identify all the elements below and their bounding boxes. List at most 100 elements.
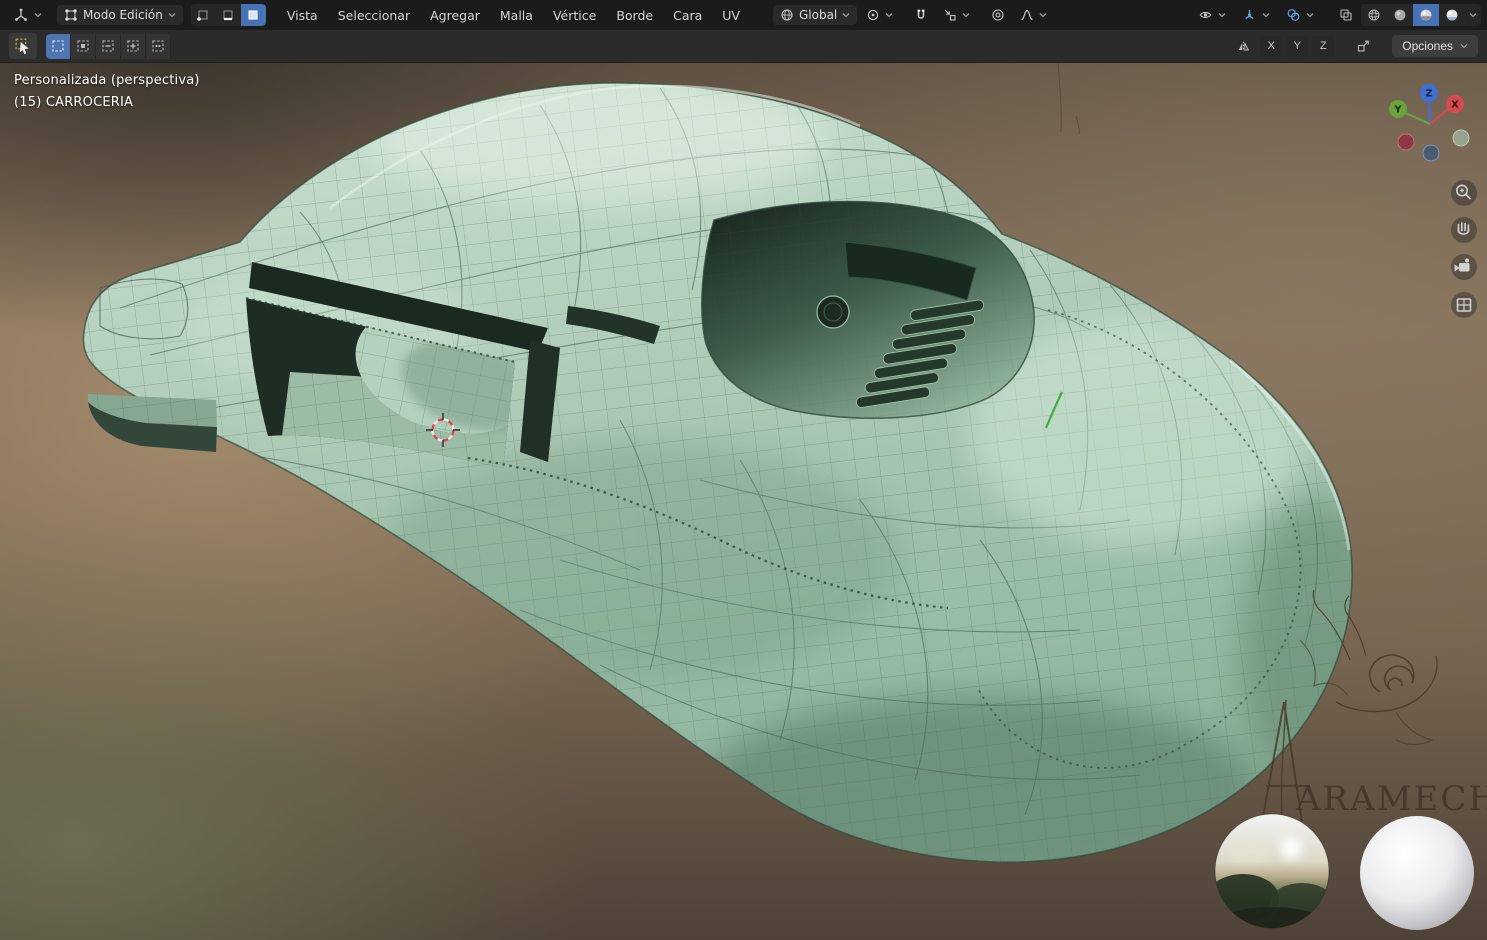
gizmos-icon <box>1245 10 1254 20</box>
menu-agregar[interactable]: Agregar <box>421 4 489 27</box>
shading-rendered-button[interactable] <box>1439 4 1465 26</box>
material-shading-icon <box>1420 9 1432 21</box>
watermark-text: ARAMECHA <box>1295 779 1487 819</box>
chevron-down-icon <box>1469 13 1477 18</box>
mirror-z-button[interactable]: Z <box>1312 35 1335 57</box>
grid-view-button[interactable] <box>1451 292 1477 318</box>
select-box-subtract-icon <box>102 40 114 52</box>
menubar: Vista Seleccionar Agregar Malla Vértice … <box>278 4 749 27</box>
shading-wireframe-button[interactable] <box>1361 4 1387 26</box>
wireframe-shading-icon <box>1368 9 1380 21</box>
mode-dropdown[interactable]: Modo Edición <box>57 5 183 25</box>
xray-toggle-icon <box>1340 9 1352 21</box>
chevron-down-icon <box>34 13 42 18</box>
select-box-icon <box>52 40 64 52</box>
proportional-editing-button[interactable] <box>985 4 1011 26</box>
pan-hand-button[interactable] <box>1451 217 1477 243</box>
menu-uv[interactable]: UV <box>713 4 749 27</box>
menu-malla[interactable]: Malla <box>491 4 542 27</box>
shading-material-button[interactable] <box>1413 4 1439 26</box>
gizmo-neg-x-ball[interactable] <box>1397 133 1415 151</box>
snap-magnet-icon <box>917 9 925 19</box>
edit-mode-icon <box>65 9 77 21</box>
overlays-icon <box>1287 9 1300 21</box>
mirror-label-icon <box>1230 35 1256 57</box>
mirror-y-button[interactable]: Y <box>1286 35 1309 57</box>
camera-view-button[interactable] <box>1451 254 1477 280</box>
vertex-select-button[interactable] <box>190 4 216 26</box>
matcap-sphere <box>1360 816 1474 930</box>
chevron-down-icon <box>885 13 893 18</box>
solid-shading-icon <box>1394 9 1406 21</box>
editor-type-icon <box>15 8 27 21</box>
chevron-down-icon <box>962 13 970 18</box>
edge-select-button[interactable] <box>215 4 241 26</box>
select-mode-subtract-button[interactable] <box>96 33 121 59</box>
global-orientation-icon <box>781 9 793 21</box>
falloff-dropdown[interactable] <box>1013 5 1054 25</box>
proportional-editing-icon <box>992 9 1004 21</box>
orientation-label: Global <box>798 8 838 22</box>
menu-seleccionar[interactable]: Seleccionar <box>329 4 419 27</box>
face-select-button[interactable] <box>240 4 266 26</box>
viewport-3d[interactable]: Z Y X ARAMECH <box>0 0 1487 940</box>
edge-select-icon <box>223 10 233 21</box>
menu-borde[interactable]: Borde <box>607 4 662 27</box>
select-mode-new-button[interactable] <box>46 33 71 59</box>
rendered-shading-icon <box>1446 9 1458 21</box>
transform-snap-button[interactable] <box>1350 35 1376 57</box>
shading-solid-button[interactable] <box>1387 4 1413 26</box>
mode-label: Modo Edición <box>83 8 163 22</box>
menu-vista[interactable]: Vista <box>278 4 327 27</box>
viewport-header: Modo Edición Vista Seleccionar Agregar M… <box>0 0 1487 30</box>
options-dropdown[interactable]: Opciones <box>1392 35 1478 57</box>
select-box-invert-icon <box>127 40 139 52</box>
snap-toggle-button[interactable] <box>908 4 934 26</box>
tweak-tool-icon <box>15 38 29 54</box>
falloff-curve-icon <box>1021 9 1033 21</box>
active-object-label: (15) CARROCERIA <box>14 95 134 110</box>
menu-vertice[interactable]: Vértice <box>544 4 605 27</box>
xray-toggle-button[interactable] <box>1333 4 1359 26</box>
chevron-down-icon <box>842 13 850 18</box>
shading-options-dropdown[interactable] <box>1465 4 1481 26</box>
gizmos-dropdown[interactable] <box>1235 5 1277 25</box>
visibility-eye-icon <box>1199 12 1212 18</box>
select-mode-group <box>190 4 266 26</box>
gizmo-y-label: Y <box>1393 105 1402 116</box>
transform-snap-icon <box>1357 40 1369 52</box>
blender-window: Z Y X ARAMECH Modo Edición Vista Selecci… <box>0 0 1487 940</box>
select-mode-extend-button[interactable] <box>71 33 96 59</box>
zoom-button[interactable] <box>1451 180 1477 206</box>
chevron-down-icon <box>1460 44 1468 49</box>
pivot-dropdown[interactable] <box>859 5 900 25</box>
pivot-point-icon <box>868 9 879 21</box>
chevron-down-icon <box>1262 13 1270 18</box>
mirror-icon <box>1238 41 1249 51</box>
gizmo-neg-y-ball[interactable] <box>1452 129 1470 147</box>
chevron-down-icon <box>168 13 176 18</box>
chevron-down-icon <box>1306 13 1314 18</box>
visibility-dropdown[interactable] <box>1191 5 1233 25</box>
mirror-x-button[interactable]: X <box>1260 35 1283 57</box>
active-tool-button[interactable] <box>9 33 37 59</box>
vertex-select-icon <box>197 10 208 21</box>
select-box-intersect-icon <box>152 40 164 52</box>
shading-mode-group <box>1361 4 1481 26</box>
select-box-extend-icon <box>77 40 89 52</box>
gizmo-z-label: Z <box>1425 89 1432 100</box>
gizmo-neg-z-ball[interactable] <box>1422 144 1440 162</box>
select-tool-group <box>46 33 171 59</box>
select-mode-intersect-button[interactable] <box>146 33 171 59</box>
select-mode-invert-button[interactable] <box>121 33 146 59</box>
gizmo-x-label: X <box>1451 100 1459 111</box>
overlays-dropdown[interactable] <box>1279 5 1321 25</box>
view-name-label: Personalizada (perspectiva) <box>14 73 200 88</box>
tool-settings-bar: X Y Z Opciones <box>0 30 1487 63</box>
menu-cara[interactable]: Cara <box>664 4 711 27</box>
options-label: Opciones <box>1402 39 1453 53</box>
snap-target-dropdown[interactable] <box>936 5 977 25</box>
editor-type-button[interactable] <box>6 5 49 25</box>
orientation-dropdown[interactable]: Global <box>772 5 858 25</box>
chevron-down-icon <box>1039 13 1047 18</box>
